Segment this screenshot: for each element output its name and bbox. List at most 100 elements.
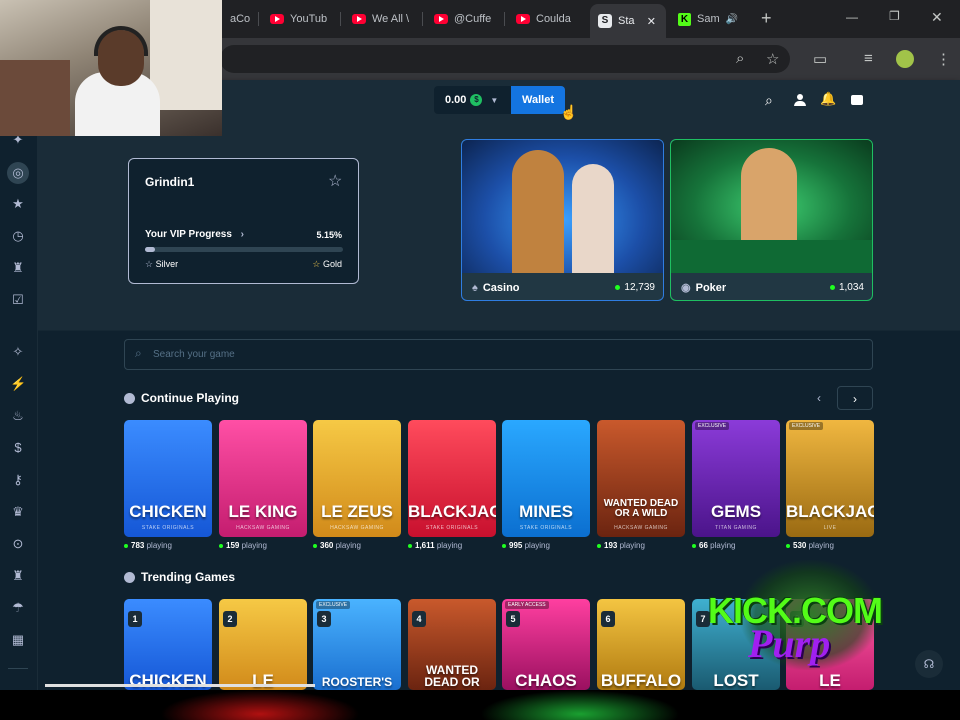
trending-heading[interactable]: Trending Games xyxy=(124,570,235,584)
webcam-window-bg xyxy=(150,0,222,110)
chevron-down-icon: ▼ xyxy=(490,95,499,105)
trending-game-card[interactable]: 6 BUFFALO xyxy=(597,599,685,690)
casino-promo-image xyxy=(462,140,663,273)
minimize-icon[interactable]: — xyxy=(846,10,858,24)
poker-icon: ◉ xyxy=(681,282,691,294)
trending-game-card[interactable]: 5 EARLY ACCESS CHAOS xyxy=(502,599,590,690)
game-card[interactable]: LE KING HACKSAW GAMING xyxy=(219,420,307,537)
new-tab-icon[interactable]: + xyxy=(761,8,772,29)
players-value: 360 xyxy=(320,541,334,550)
sidebar-originals-icon[interactable]: ⚡ xyxy=(10,376,26,392)
vip-progress-track xyxy=(145,247,343,252)
sidebar-casino-icon[interactable]: ◎ xyxy=(7,162,29,184)
game-title: BLACKJACK xyxy=(408,502,496,521)
browser-tab-4[interactable]: Coulda xyxy=(508,6,586,32)
vip-progress-link[interactable]: Your VIP Progress › xyxy=(145,229,244,240)
window-close-icon[interactable]: ✕ xyxy=(931,9,943,26)
trending-game-card[interactable]: 4 WANTED DEAD OR xyxy=(408,599,496,690)
sidebar-slots-icon[interactable]: ⚷ xyxy=(10,472,26,488)
exclusive-badge: EXCLUSIVE xyxy=(695,422,730,430)
bell-icon[interactable]: 🔔 xyxy=(820,91,836,107)
sidebar-live-icon[interactable]: ⊙ xyxy=(10,536,26,552)
zoom-icon[interactable]: ⌕ xyxy=(736,50,744,67)
browser-tab-0[interactable]: aCo xyxy=(222,6,258,32)
sidebar-new-releases-icon[interactable]: ✧ xyxy=(10,344,26,360)
continue-playing-heading[interactable]: Continue Playing xyxy=(124,391,239,405)
game-card[interactable]: BLACKJACK STAKE ORIGINALS xyxy=(408,420,496,537)
wallet-button[interactable]: Wallet xyxy=(511,86,565,114)
players-count: 530 playing xyxy=(786,541,834,550)
user-icon[interactable] xyxy=(794,94,806,106)
menu-kebab-icon[interactable]: ⋮ xyxy=(936,50,951,68)
browser-tab-3[interactable]: @Cuffe xyxy=(426,6,504,32)
bookmark-star-icon[interactable]: ☆ xyxy=(766,50,779,68)
players-count: 360 playing xyxy=(313,541,361,550)
browser-tab-2[interactable]: We All \ xyxy=(344,6,422,32)
favourite-star-icon[interactable]: ☆ xyxy=(328,171,342,191)
game-card[interactable]: MINES STAKE ORIGINALS xyxy=(502,420,590,537)
carousel-prev-button[interactable]: ‹ xyxy=(801,386,837,410)
game-card[interactable]: EXCLUSIVE GEMS TITAN GAMING xyxy=(692,420,780,537)
trending-game-card[interactable]: 1 CHICKEN xyxy=(124,599,212,690)
players-suffix: playing xyxy=(241,541,267,550)
address-bar[interactable] xyxy=(220,45,790,73)
casino-promo-card[interactable]: ♠ Casino 12,739 xyxy=(461,139,664,301)
trending-game-card[interactable]: 3 EXCLUSIVE ROOSTER'S xyxy=(313,599,401,690)
extension-icon[interactable] xyxy=(896,50,914,68)
poker-promo-card[interactable]: ◉ Poker 1,034 xyxy=(670,139,873,301)
sidebar-bets-icon[interactable]: ☑ xyxy=(10,292,26,308)
maximize-icon[interactable]: ❐ xyxy=(889,9,900,23)
trending-game-card[interactable]: 2 LE xyxy=(219,599,307,690)
game-card[interactable]: EXCLUSIVE BLACKJACK LIVE xyxy=(786,420,874,537)
tab-separator xyxy=(504,12,505,26)
search-input[interactable] xyxy=(124,339,873,370)
browser-tab-1[interactable]: YouTub xyxy=(262,6,340,32)
sidebar-recent-icon[interactable]: ◷ xyxy=(10,228,26,244)
speaker-icon[interactable]: 🔊 xyxy=(726,14,738,25)
tab-separator xyxy=(422,12,423,26)
online-dot xyxy=(502,543,506,548)
browser-tab-6[interactable]: K Sam 🔊 xyxy=(670,6,750,32)
sidebar-hot-icon[interactable]: ♨ xyxy=(10,408,26,424)
players-suffix: playing xyxy=(619,541,645,550)
sidebar-divider xyxy=(8,668,28,669)
browser-tab-5[interactable]: S Sta ✕ xyxy=(590,4,666,38)
tab-label: Coulda xyxy=(536,13,571,25)
poker-dealer xyxy=(741,148,797,248)
players-count: 1,611 playing xyxy=(408,541,462,550)
webcam-headset xyxy=(94,26,148,56)
sidebar-table-icon[interactable]: ♜ xyxy=(10,568,26,584)
rank-badge: 2 xyxy=(223,611,237,627)
balance-selector[interactable]: 0.00 $ ▼ xyxy=(434,86,512,114)
casino-dealer-male xyxy=(512,150,564,273)
carousel-next-button[interactable]: › xyxy=(837,386,873,410)
youtube-icon xyxy=(352,14,366,24)
game-card[interactable]: LE ZEUS HACKSAW GAMING xyxy=(313,420,401,537)
sidebar-all-games-icon[interactable]: ▦ xyxy=(10,632,26,648)
game-card[interactable]: WANTED DEAD OR A WILD HACKSAW GAMING xyxy=(597,420,685,537)
media-control-icon[interactable]: ≡ xyxy=(864,50,873,67)
balance-amount: 0.00 xyxy=(445,94,467,106)
search-icon[interactable]: ⌕ xyxy=(765,92,773,109)
sidebar-gameshow-icon[interactable]: ☂ xyxy=(10,600,26,616)
tab-label: Sta xyxy=(618,15,635,27)
players-suffix: playing xyxy=(146,541,172,550)
tab-label: @Cuffe xyxy=(454,13,492,25)
game-title: WANTED DEAD OR xyxy=(424,663,480,689)
game-title: BUFFALO xyxy=(600,671,682,690)
chat-icon[interactable] xyxy=(851,95,863,105)
sidebar-favourites-icon[interactable]: ★ xyxy=(10,196,26,212)
scrollbar-thumb[interactable] xyxy=(45,684,315,687)
close-tab-icon[interactable]: ✕ xyxy=(647,15,656,28)
players-count: 66 playing xyxy=(692,541,736,550)
game-card[interactable]: CHICKEN STAKE ORIGINALS xyxy=(124,420,212,537)
sidebar: ✦ ◎ ★ ◷ ♜ ☑ ✧ ⚡ ♨ $ ⚷ ♛ ⊙ ♜ ☂ ▦ xyxy=(0,120,38,690)
cast-icon[interactable]: ▭ xyxy=(813,50,827,68)
youtube-icon xyxy=(516,14,530,24)
sidebar-bonus-icon[interactable]: ♛ xyxy=(10,504,26,520)
players-value: 530 xyxy=(793,541,807,550)
sidebar-challenges-icon[interactable]: ♜ xyxy=(10,260,26,276)
sidebar-exclusives-icon[interactable]: $ xyxy=(10,440,26,456)
rank-badge: 6 xyxy=(601,611,615,627)
decorative-green-swoosh xyxy=(480,690,680,720)
